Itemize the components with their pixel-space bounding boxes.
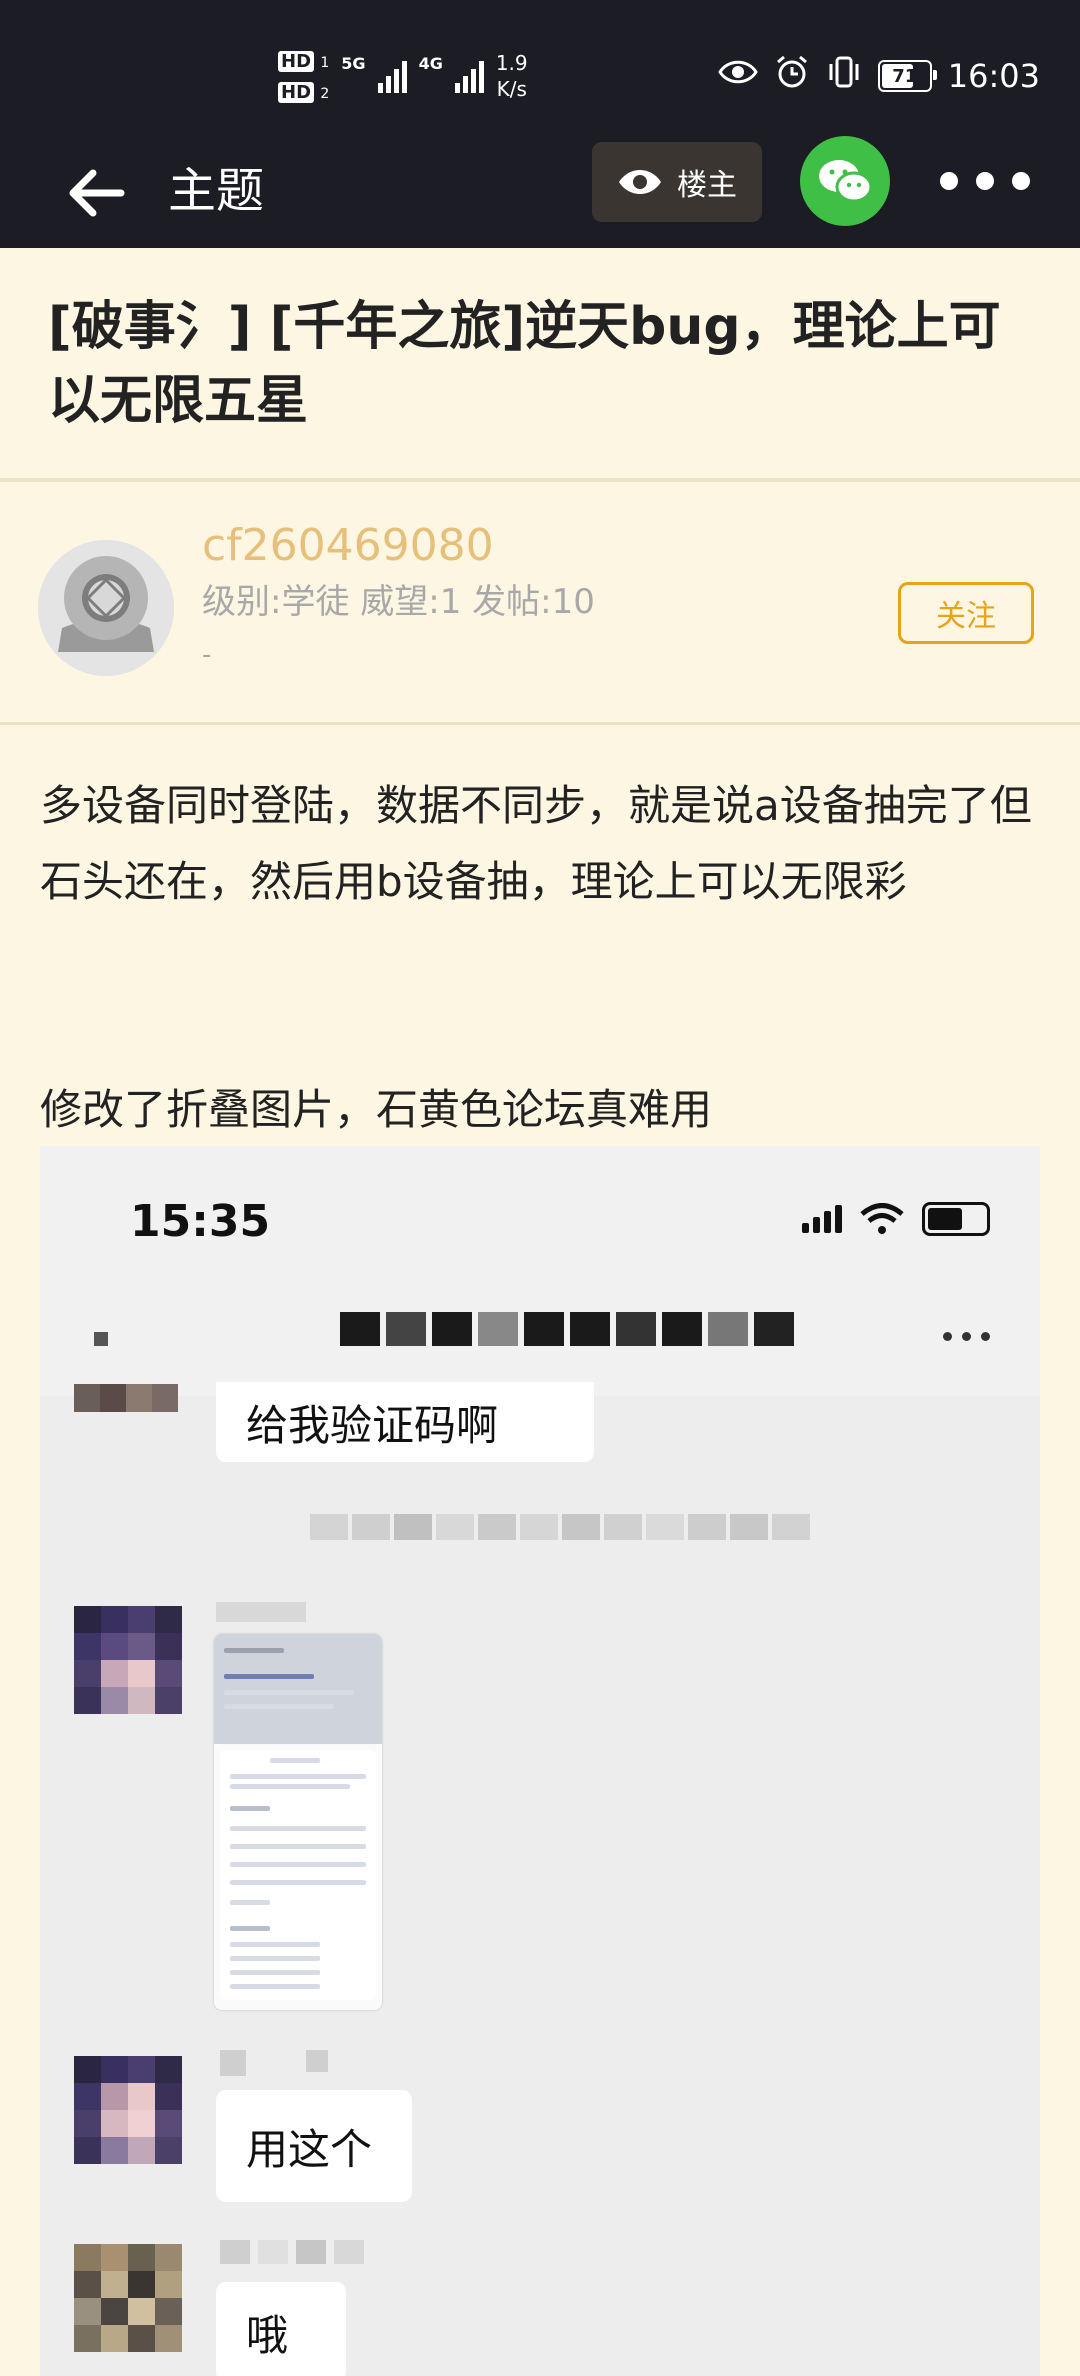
author-meta: 级别:学徒 威望:1 发帖:10: [202, 582, 595, 622]
status-left: HD 1 HD 2 5G 4G 1.9 K/s: [278, 44, 528, 108]
page-title: 主题: [168, 163, 265, 219]
chat-bubble: 哦: [216, 2282, 346, 2376]
network-speed: 1.9 K/s: [495, 51, 528, 101]
diving-helmet-icon: [38, 540, 174, 676]
divider: [0, 478, 1080, 482]
avatar-blurred: [74, 2056, 182, 2164]
alarm-icon: [774, 54, 810, 98]
network-label-1: 5G: [341, 54, 366, 73]
top-bar: HD 1 HD 2 5G 4G 1.9 K/s 71 16:03 主题 楼主: [0, 0, 1080, 248]
author-signature: -: [202, 640, 212, 670]
back-button[interactable]: [60, 158, 130, 228]
post-paragraph-1: 多设备同时登陆，数据不同步，就是说a设备抽完了但石头还在，然后用b设备抽，理论上…: [40, 781, 1032, 906]
hd-badge-2: HD: [278, 82, 315, 103]
battery-icon: [922, 1202, 990, 1236]
author-avatar[interactable]: [38, 540, 174, 676]
hd-sub-2: 2: [320, 86, 330, 102]
author-name[interactable]: cf260469080: [202, 516, 494, 576]
wechat-share-button[interactable]: [800, 136, 890, 226]
battery-icon: 71: [877, 60, 937, 92]
blurred-name: [220, 2240, 364, 2264]
follow-button[interactable]: 关注: [898, 582, 1034, 644]
signal-icon-1: [377, 59, 407, 93]
only-op-label: 楼主: [677, 168, 737, 203]
avatar-blurred: [74, 2244, 182, 2352]
status-bar: HD 1 HD 2 5G 4G 1.9 K/s 71 16:03: [0, 0, 1080, 140]
more-menu-button[interactable]: [940, 166, 1030, 196]
network-label-2: 4G: [418, 54, 443, 73]
avatar-blurred: [74, 1384, 178, 1412]
signal-icon: [802, 1205, 842, 1233]
eye-icon: [718, 57, 758, 95]
clock: 16:03: [947, 57, 1040, 95]
chat-screenshot-image[interactable]: 15:35 给我验证码啊 用这个 哦: [40, 1146, 1040, 2376]
screenshot-time: 15:35: [130, 1196, 271, 1247]
more-dot-icon: [976, 172, 994, 190]
status-right: 71 16:03: [718, 44, 1040, 108]
chat-bubble: 给我验证码啊: [216, 1382, 594, 1462]
nav-bar: 主题 楼主: [0, 136, 1080, 248]
more-icon: [943, 1332, 990, 1341]
wechat-icon: [819, 160, 873, 203]
post-paragraph-2: 修改了折叠图片，石黄色论坛真难用: [40, 1085, 713, 1134]
post-title: [破事氵] [千年之旅]逆天bug，理论上可以无限五星: [48, 297, 1001, 431]
blurred-recall-text: [310, 1514, 810, 1540]
hd-badge-1: HD: [278, 51, 315, 72]
eye-icon: [619, 170, 661, 194]
more-dot-icon: [1012, 172, 1030, 190]
more-dot-icon: [940, 172, 958, 190]
divider: [0, 722, 1080, 725]
chat-bubble: 用这个: [216, 2090, 412, 2202]
hd-sub-1: 1: [320, 55, 330, 71]
avatar-blurred: [74, 1606, 182, 1714]
wifi-icon: [860, 1203, 904, 1234]
vibrate-icon: [826, 54, 862, 98]
blurred-title: [340, 1312, 794, 1346]
signal-icon-2: [454, 59, 484, 93]
arrow-left-icon: [69, 169, 125, 217]
only-op-button[interactable]: 楼主: [592, 142, 762, 222]
image-thumbnail[interactable]: [214, 1634, 382, 2010]
